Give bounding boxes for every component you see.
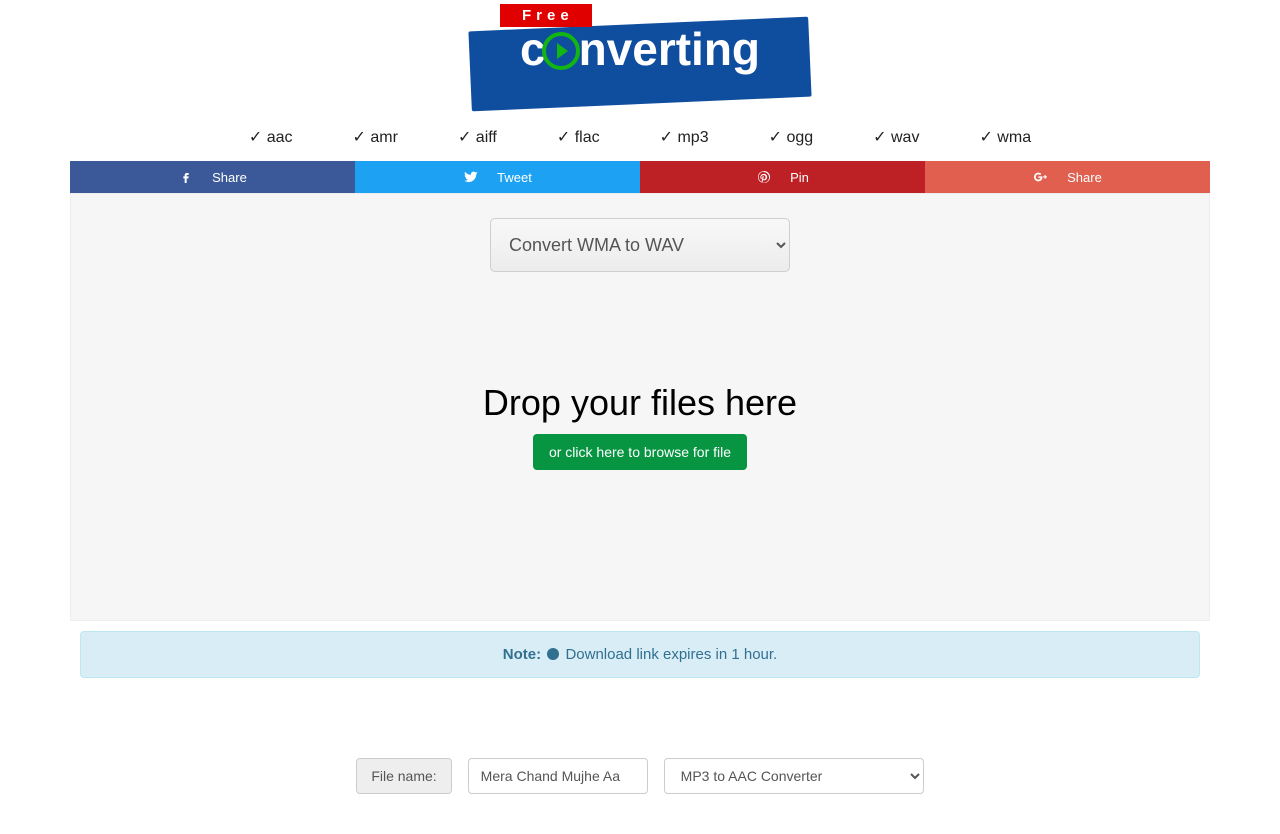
filename-input[interactable] <box>468 758 648 794</box>
header: Free cnverting <box>0 0 1280 117</box>
pinterest-icon <box>756 169 772 185</box>
format-item: ✓ amr <box>353 127 398 147</box>
format-item: ✓ wav <box>873 127 919 147</box>
note-label: Note: <box>503 646 541 663</box>
conversion-select[interactable]: Convert WMA to WAV <box>490 218 790 272</box>
share-label: Share <box>212 170 247 185</box>
share-label: Share <box>1067 170 1102 185</box>
format-item: ✓ mp3 <box>660 127 709 147</box>
note-bar: Note: Download link expires in 1 hour. <box>80 631 1200 678</box>
format-item: ✓ aac <box>249 127 293 147</box>
format-item: ✓ flac <box>557 127 600 147</box>
format-item: ✓ ogg <box>769 127 814 147</box>
googleplus-icon <box>1033 169 1049 185</box>
share-pinterest[interactable]: Pin <box>640 161 925 193</box>
browse-button[interactable]: or click here to browse for file <box>533 434 747 470</box>
play-icon <box>542 32 580 70</box>
logo-word: cnverting <box>470 22 810 76</box>
facebook-icon <box>178 169 194 185</box>
note-text: Download link expires in 1 hour. <box>565 646 777 663</box>
format-item: ✓ wma <box>979 127 1031 147</box>
file-form-row: File name: MP3 to AAC Converter <box>0 758 1280 794</box>
twitter-icon <box>463 169 479 185</box>
format-item: ✓ aiff <box>458 127 497 147</box>
dropzone-title: Drop your files here <box>91 382 1189 424</box>
clock-icon <box>547 648 559 660</box>
filename-label: File name: <box>356 758 451 794</box>
share-label: Pin <box>790 170 809 185</box>
logo-link[interactable]: Free cnverting <box>470 4 810 104</box>
share-label: Tweet <box>497 170 532 185</box>
share-bar: Share Tweet Pin Share <box>70 161 1210 193</box>
share-twitter[interactable]: Tweet <box>355 161 640 193</box>
target-format-select[interactable]: MP3 to AAC Converter <box>664 758 924 794</box>
share-facebook[interactable]: Share <box>70 161 355 193</box>
converter-panel: Convert WMA to WAV Drop your files here … <box>70 193 1210 621</box>
share-googleplus[interactable]: Share <box>925 161 1210 193</box>
supported-formats: ✓ aac ✓ amr ✓ aiff ✓ flac ✓ mp3 ✓ ogg ✓ … <box>0 117 1280 161</box>
